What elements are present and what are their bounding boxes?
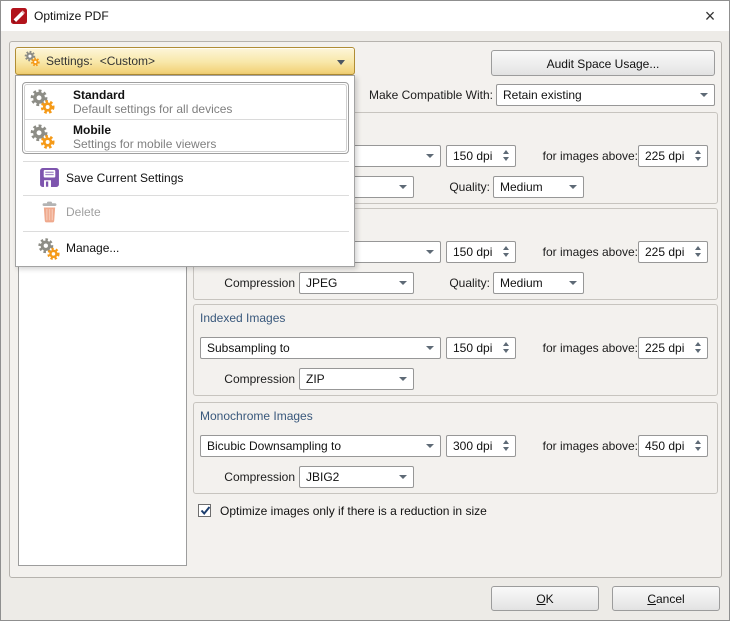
gears-icon [28,123,55,155]
dpi-spinner[interactable]: 300 dpi [446,435,516,457]
for-images-above-label: for images above: [542,245,638,259]
for-images-above-label: for images above: [542,439,638,453]
spin-up-icon[interactable] [503,440,509,444]
above-dpi-spinner[interactable]: 225 dpi [638,241,708,263]
gears-icon [28,88,55,120]
preset-group: Standard Default settings for all device… [22,82,349,154]
spin-down-icon[interactable] [695,349,701,353]
quality-label: Quality: [449,180,490,194]
for-images-above-label: for images above: [542,149,638,163]
save-icon [39,167,60,193]
spin-up-icon[interactable] [695,342,701,346]
settings-preset-combo[interactable]: Settings: <Custom> [15,47,355,75]
quality-dropdown[interactable]: Medium [493,176,584,198]
compression-dropdown[interactable]: JBIG2 [299,466,414,488]
for-images-above-label: for images above: [542,341,638,355]
chevron-down-icon [426,250,434,254]
optimize-checkbox-label: Optimize images only if there is a reduc… [220,504,487,518]
section-title: Monochrome Images [200,409,313,423]
chevron-down-icon [337,60,345,65]
chevron-down-icon [569,185,577,189]
monochrome-images-section: Monochrome Images Bicubic Downsampling t… [193,402,718,494]
spin-down-icon[interactable] [503,349,509,353]
chevron-down-icon [399,377,407,381]
trash-icon [39,201,60,228]
chevron-down-icon [426,154,434,158]
quality-label: Quality: [449,276,490,290]
chevron-down-icon [700,93,708,97]
spin-down-icon[interactable] [695,253,701,257]
gears-icon [23,50,40,72]
settings-combo-label: Settings: [46,54,93,68]
chevron-down-icon [569,281,577,285]
cancel-button[interactable]: Cancel [612,586,720,611]
spin-down-icon[interactable] [503,157,509,161]
ok-button[interactable]: OK [491,586,599,611]
make-compatible-dropdown[interactable]: Retain existing [496,84,715,106]
quality-dropdown[interactable]: Medium [493,272,584,294]
dpi-spinner[interactable]: 150 dpi [446,241,516,263]
close-icon[interactable]: × [696,3,724,29]
gears-icon [36,237,60,266]
spin-up-icon[interactable] [503,246,509,250]
settings-combo-value: <Custom> [99,54,156,68]
audit-space-usage-button[interactable]: Audit Space Usage... [491,50,715,76]
dpi-spinner[interactable]: 150 dpi [446,145,516,167]
optimize-pdf-dialog: Optimize PDF × Audit Space Usage... Make… [0,0,730,621]
title-bar: Optimize PDF × [1,1,729,31]
check-icon [200,506,211,516]
section-title: Indexed Images [200,311,286,325]
menu-item-standard[interactable]: Standard Default settings for all device… [25,85,346,119]
make-compatible-label: Make Compatible With: [368,88,493,102]
menu-item-mobile[interactable]: Mobile Settings for mobile viewers [25,119,346,154]
spin-down-icon[interactable] [503,447,509,451]
optimize-checkbox[interactable] [198,504,211,517]
menu-item-save-current-settings[interactable]: Save Current Settings [16,162,356,195]
chevron-down-icon [426,444,434,448]
chevron-down-icon [399,475,407,479]
downsample-method-dropdown[interactable]: Subsampling to [200,337,441,359]
chevron-down-icon [426,346,434,350]
settings-preset-menu: Standard Default settings for all device… [15,75,355,267]
spin-up-icon[interactable] [503,342,509,346]
above-dpi-spinner[interactable]: 450 dpi [638,435,708,457]
above-dpi-spinner[interactable]: 225 dpi [638,337,708,359]
menu-item-manage[interactable]: Manage... [16,232,356,265]
chevron-down-icon [399,281,407,285]
compression-label: Compression [224,276,295,290]
pdf-xchange-logo-icon [11,8,27,24]
compression-dropdown[interactable]: JPEG [299,272,414,294]
compression-label: Compression [224,372,295,386]
make-compatible-value: Retain existing [503,88,582,102]
compression-label: Compression [224,470,295,484]
spin-up-icon[interactable] [695,150,701,154]
spin-down-icon[interactable] [695,447,701,451]
menu-item-delete[interactable]: Delete [16,196,356,229]
dpi-spinner[interactable]: 150 dpi [446,337,516,359]
spin-up-icon[interactable] [695,440,701,444]
spin-down-icon[interactable] [695,157,701,161]
chevron-down-icon [399,185,407,189]
spin-down-icon[interactable] [503,253,509,257]
downsample-method-dropdown[interactable]: Bicubic Downsampling to [200,435,441,457]
above-dpi-spinner[interactable]: 225 dpi [638,145,708,167]
spin-up-icon[interactable] [503,150,509,154]
indexed-images-section: Indexed Images Subsampling to 150 dpi fo… [193,304,718,396]
compression-dropdown[interactable]: ZIP [299,368,414,390]
spin-up-icon[interactable] [695,246,701,250]
dialog-title: Optimize PDF [34,9,109,23]
